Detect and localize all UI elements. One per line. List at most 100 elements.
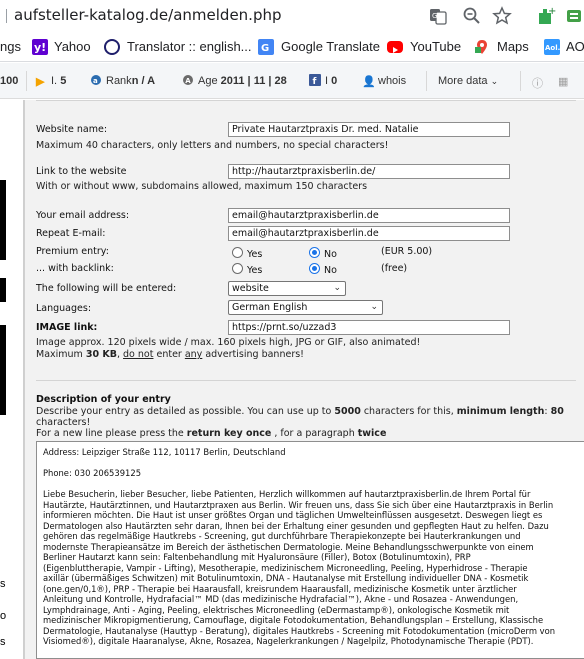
description-line: Phone: 030 206539125 xyxy=(43,468,142,478)
seo-bing-index[interactable]: I. 5 xyxy=(51,75,66,87)
description-line: Dermatologie, Hautanalyse (Hauttyp - Ber… xyxy=(43,625,556,636)
description-line: informieren möchten. Die Haut ist unser … xyxy=(43,510,543,520)
description-line: axillär (übermäßiges Schwitzen) mit Botu… xyxy=(43,573,529,583)
aol-icon: Aol. xyxy=(544,39,560,55)
sidebar-text: s xyxy=(0,636,6,648)
google-translate-icon: G xyxy=(258,39,274,55)
repeat-email-input[interactable]: email@hautarztpraxisberlin.de xyxy=(228,226,510,241)
svg-text:G: G xyxy=(261,43,269,54)
settings-icon[interactable]: ▦ xyxy=(558,75,568,88)
premium-no-radio[interactable] xyxy=(309,247,320,258)
bookmark-google-translate[interactable]: Google Translate xyxy=(281,39,380,54)
premium-label: Premium entry: xyxy=(36,246,109,257)
extension-add-icon[interactable]: + xyxy=(536,6,556,26)
description-line: medizinischer Mikropigmentierung, Camouf… xyxy=(43,615,544,625)
whois-icon: 👤 xyxy=(362,76,376,88)
translate-page-icon[interactable]: G xyxy=(428,6,448,26)
description-hint-3: For a new line please press the return k… xyxy=(36,428,387,439)
description-line: Anleitung und Kontrolle, Hydrafacial™ MD… xyxy=(43,594,519,604)
backlink-no-label: No xyxy=(324,265,337,276)
description-line: Berliner Hautarzt kann sein: Faltenbehan… xyxy=(43,552,471,562)
email-label: Your email address: xyxy=(36,210,130,221)
website-name-input[interactable]: Private Hautarztpraxis Dr. med. Natalie xyxy=(228,122,510,137)
address-divider xyxy=(6,9,7,23)
backlink-no-radio[interactable] xyxy=(309,263,320,274)
svg-text:f: f xyxy=(313,77,317,86)
section-divider xyxy=(36,380,576,381)
alexa-icon: a xyxy=(91,75,101,85)
backlink-yes-radio[interactable] xyxy=(232,263,243,274)
entry-type-value: website xyxy=(232,283,269,294)
image-hint: Image approx. 120 pixels wide / max. 160… xyxy=(36,337,421,348)
seo-whois[interactable]: whois xyxy=(378,75,406,87)
facebook-icon: f xyxy=(309,74,321,86)
bookmark-translator[interactable]: Translator :: english... xyxy=(127,39,252,54)
bookmark-aol[interactable]: AO xyxy=(566,39,584,54)
description-textarea[interactable]: Address: Leipziger Straße 112, 10117 Ber… xyxy=(36,441,584,659)
bookmark-yahoo[interactable]: Yahoo xyxy=(54,39,91,54)
svg-text:G: G xyxy=(432,12,437,20)
link-hint: With or without www, subdomains allowed,… xyxy=(36,181,368,192)
svg-text:Aol.: Aol. xyxy=(545,44,560,52)
email-input[interactable]: email@hautarztpraxisberlin.de xyxy=(228,208,510,223)
entered-label: The following will be entered: xyxy=(36,283,177,294)
age-icon: A xyxy=(183,75,193,85)
extension-icon[interactable] xyxy=(564,6,584,26)
image-size-hint: Maximum 30 KB, do not enter any advertis… xyxy=(36,349,304,360)
bookmark-apps[interactable]: ngs xyxy=(0,39,21,54)
backlink-yes-label: Yes xyxy=(247,265,263,276)
translator-icon xyxy=(104,39,120,55)
svg-text:A: A xyxy=(185,77,191,85)
seo-toolbar: 100 ▶ I. 5 a Rankn / A A Age 2011 | 11 |… xyxy=(0,63,584,99)
languages-label: Languages: xyxy=(36,303,92,314)
sidebar-image-edge xyxy=(0,278,6,302)
premium-price: (EUR 5.00) xyxy=(381,246,433,257)
languages-select[interactable]: German English ⌄ xyxy=(228,300,383,315)
zoom-icon[interactable] xyxy=(462,6,482,26)
link-label: Link to the website xyxy=(36,166,127,177)
description-hint: Describe your entry as detailed as possi… xyxy=(36,406,564,417)
website-name-label: Website name: xyxy=(36,124,108,135)
page: s o s Website name: Private Hautarztprax… xyxy=(0,100,584,659)
premium-yes-label: Yes xyxy=(247,249,263,260)
description-line: modernste Therapieansätze im Bereich der… xyxy=(43,541,534,552)
bookmark-star-icon[interactable] xyxy=(492,6,512,26)
sidebar-image-edge xyxy=(0,325,6,415)
description-line xyxy=(43,458,584,469)
address-bar: aufsteller-katalog.de/anmelden.php G + xyxy=(0,0,584,32)
more-data-button[interactable]: More data ⌄ xyxy=(438,75,498,87)
chevron-down-icon: ⌄ xyxy=(370,302,378,312)
svg-text:y!: y! xyxy=(34,41,46,54)
premium-no-label: No xyxy=(324,249,337,260)
entry-type-select[interactable]: website ⌄ xyxy=(228,281,346,296)
link-input[interactable]: http://hautarztpraxisberlin.de/ xyxy=(228,164,510,179)
description-hint-2: characters! xyxy=(36,417,91,428)
description-line: (one.gen/0,1®), PRP - Therapie bei Haara… xyxy=(43,583,517,594)
sidebar-text: o xyxy=(0,610,7,622)
description-title: Description of your entry xyxy=(36,394,171,405)
seo-divider xyxy=(426,71,427,91)
image-link-input[interactable]: https://prnt.so/uzzad3 xyxy=(228,320,510,335)
svg-text:+: + xyxy=(548,6,556,17)
description-line: (Eigenbluttherapie, Vampir - Lifting), M… xyxy=(43,562,528,573)
premium-yes-radio[interactable] xyxy=(232,247,243,258)
description-line: Address: Leipziger Straße 112, 10117 Ber… xyxy=(43,447,286,457)
bing-icon: ▶ xyxy=(36,76,45,88)
seo-divider xyxy=(520,71,521,91)
languages-value: German English xyxy=(232,302,308,313)
bookmark-youtube[interactable]: YouTube xyxy=(410,39,461,54)
yahoo-icon: y! xyxy=(32,39,48,55)
section-divider xyxy=(36,100,576,101)
sidebar-image-edge xyxy=(0,180,6,260)
description-text: Address: Leipziger Straße 112, 10117 Ber… xyxy=(43,447,584,647)
seo-rank[interactable]: Rankn / A xyxy=(106,75,155,87)
info-icon[interactable]: ⓘ xyxy=(532,75,543,91)
seo-facebook[interactable]: I 0 xyxy=(325,75,337,87)
bookmark-maps[interactable]: Maps xyxy=(497,39,529,54)
signup-form: Website name: Private Hautarztpraxis Dr.… xyxy=(24,100,584,659)
website-name-hint: Maximum 40 characters, only letters and … xyxy=(36,140,389,151)
url-field[interactable]: aufsteller-katalog.de/anmelden.php xyxy=(14,6,282,24)
seo-age[interactable]: Age 2011 | 11 | 28 xyxy=(198,75,287,87)
image-link-label: IMAGE link: xyxy=(36,322,98,333)
description-line: gehören das regelmäßige Hautkrebs - Scre… xyxy=(43,531,521,541)
